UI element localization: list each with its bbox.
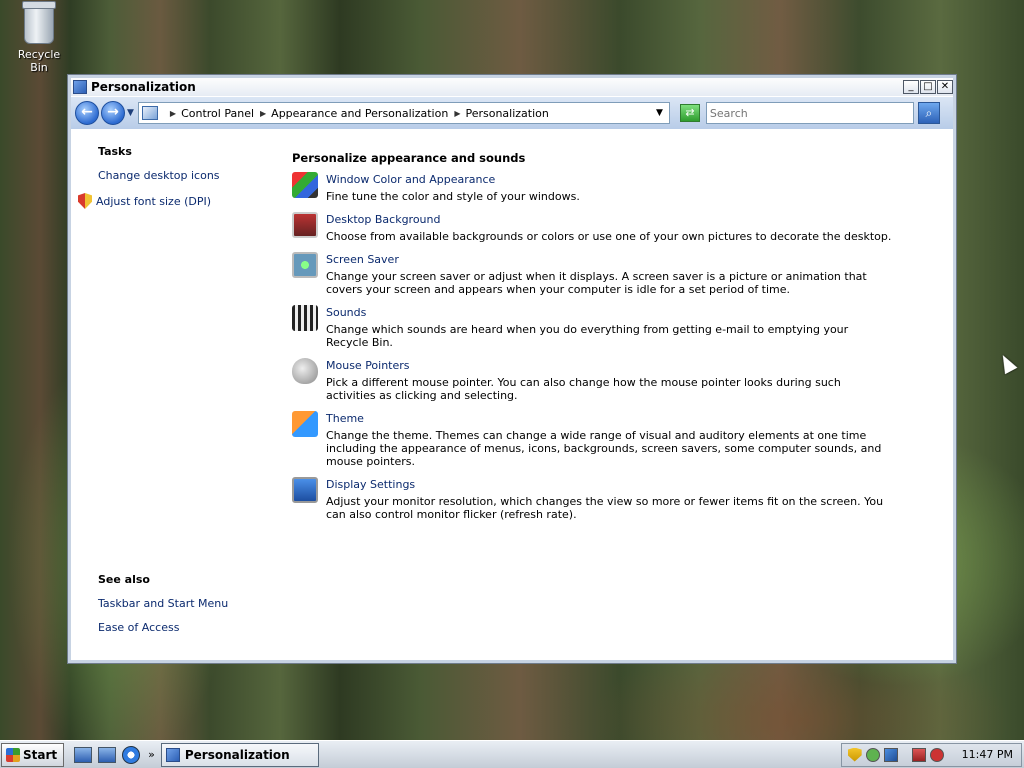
- quick-launch: »: [74, 745, 155, 764]
- taskbar-item-label: Personalization: [184, 747, 290, 762]
- page-title: Personalize appearance and sounds: [292, 151, 526, 165]
- control-panel-icon: [165, 747, 180, 762]
- theme-link[interactable]: Theme: [326, 412, 892, 425]
- desktop-background-link[interactable]: Desktop Background: [326, 213, 892, 226]
- show-desktop-icon[interactable]: [74, 746, 93, 763]
- title-bar[interactable]: Personalization _ □ ✕: [71, 78, 953, 96]
- search-input[interactable]: [705, 102, 914, 124]
- see-also-taskbar-start-menu[interactable]: Taskbar and Start Menu: [76, 597, 276, 610]
- search-button[interactable]: ⌕: [917, 102, 940, 124]
- window-color-link[interactable]: Window Color and Appearance: [326, 173, 892, 186]
- task-change-desktop-icons[interactable]: Change desktop icons: [76, 169, 276, 182]
- recycle-bin-icon: [22, 1, 56, 44]
- system-tray: 11:47 PM: [840, 742, 1022, 767]
- item-description: Choose from available backgrounds or col…: [326, 230, 892, 243]
- close-button[interactable]: ✕: [937, 80, 953, 94]
- mouse-pointer-icon[interactable]: [292, 358, 318, 384]
- list-item: Mouse Pointers Pick a different mouse po…: [292, 358, 892, 402]
- see-also-link[interactable]: Taskbar and Start Menu: [98, 597, 228, 610]
- network-icon[interactable]: [883, 747, 898, 762]
- windows-logo-icon: [6, 747, 20, 762]
- breadcrumb-separator-icon[interactable]: ▶: [260, 109, 266, 118]
- main-content: Personalize appearance and sounds Window…: [292, 151, 892, 531]
- navigation-bar: ← → ▼ ▶ Control Panel ▶ Appearance and P…: [71, 97, 953, 129]
- window-color-icon[interactable]: [292, 172, 318, 198]
- taskbar: Start » Personalization 11:47 PM: [0, 740, 1024, 768]
- clock[interactable]: 11:47 PM: [962, 748, 1013, 761]
- search-icon: ⌕: [925, 106, 933, 120]
- list-item: Display Settings Adjust your monitor res…: [292, 477, 892, 521]
- check-status-icon[interactable]: [865, 747, 880, 762]
- taskbar-item-personalization[interactable]: Personalization: [160, 742, 319, 767]
- display-settings-link[interactable]: Display Settings: [326, 478, 892, 491]
- breadcrumb-control-panel[interactable]: Control Panel: [181, 107, 254, 120]
- mouse-pointers-link[interactable]: Mouse Pointers: [326, 359, 892, 372]
- list-item: Theme Change the theme. Themes can chang…: [292, 411, 892, 468]
- address-dropdown-icon[interactable]: ▼: [656, 108, 663, 118]
- list-item: Screen Saver Change your screen saver or…: [292, 252, 892, 296]
- list-item: Window Color and Appearance Fine tune th…: [292, 172, 892, 203]
- see-also-ease-of-access[interactable]: Ease of Access: [76, 621, 276, 634]
- item-description: Fine tune the color and style of your wi…: [326, 190, 580, 203]
- network-disconnected-icon[interactable]: [911, 747, 926, 762]
- mouse-cursor-icon: [996, 351, 1018, 375]
- see-also-link[interactable]: Ease of Access: [98, 621, 179, 634]
- see-also-pane: See also Taskbar and Start Menu Ease of …: [76, 573, 276, 634]
- recycle-bin-label: Recycle Bin: [17, 48, 61, 74]
- screen-saver-icon[interactable]: [292, 252, 318, 278]
- item-description: Change your screen saver or adjust when …: [326, 270, 867, 296]
- tasks-pane: Tasks Change desktop icons Adjust font s…: [76, 145, 276, 209]
- uac-shield-icon: [78, 193, 92, 209]
- task-link[interactable]: Change desktop icons: [98, 169, 220, 182]
- breadcrumb-appearance-and-personalization[interactable]: Appearance and Personalization: [271, 107, 448, 120]
- sounds-link[interactable]: Sounds: [326, 306, 892, 319]
- breadcrumb-personalization[interactable]: Personalization: [465, 107, 548, 120]
- item-description: Change which sounds are heard when you d…: [326, 323, 849, 349]
- personalization-window: Personalization _ □ ✕ ← → ▼ ▶ Control Pa…: [67, 74, 957, 664]
- quick-launch-more-icon[interactable]: »: [148, 748, 155, 761]
- breadcrumb-separator-icon[interactable]: ▶: [454, 109, 460, 118]
- theme-icon[interactable]: [292, 411, 318, 437]
- breadcrumb-separator-icon[interactable]: ▶: [170, 109, 176, 118]
- screen-saver-link[interactable]: Screen Saver: [326, 253, 892, 266]
- task-adjust-font-size[interactable]: Adjust font size (DPI): [76, 193, 276, 209]
- refresh-button[interactable]: ⇄: [679, 104, 700, 122]
- control-panel-icon: [73, 80, 87, 94]
- recent-pages-dropdown-icon[interactable]: ▼: [127, 108, 134, 118]
- volume-muted-icon[interactable]: [929, 747, 944, 762]
- forward-button[interactable]: →: [101, 101, 125, 125]
- display-settings-icon[interactable]: [292, 477, 318, 503]
- see-also-heading: See also: [98, 573, 150, 586]
- address-bar[interactable]: ▶ Control Panel ▶ Appearance and Persona…: [137, 102, 670, 124]
- item-description: Change the theme. Themes can change a wi…: [326, 429, 882, 468]
- list-item: Sounds Change which sounds are heard whe…: [292, 305, 892, 349]
- control-panel-address-icon: [141, 106, 158, 120]
- list-item: Desktop Background Choose from available…: [292, 212, 892, 243]
- item-description: Adjust your monitor resolution, which ch…: [326, 495, 884, 521]
- item-description: Pick a different mouse pointer. You can …: [326, 376, 841, 402]
- window-title: Personalization: [91, 80, 196, 94]
- back-button[interactable]: ←: [75, 101, 99, 125]
- minimize-button[interactable]: _: [903, 80, 919, 94]
- switch-windows-icon[interactable]: [98, 746, 117, 763]
- security-shield-icon[interactable]: [847, 747, 862, 762]
- tasks-heading: Tasks: [98, 145, 132, 158]
- internet-explorer-icon[interactable]: [122, 745, 141, 764]
- start-label: Start: [23, 747, 58, 762]
- desktop-background-icon[interactable]: [292, 212, 318, 238]
- maximize-button[interactable]: □: [920, 80, 936, 94]
- recycle-bin[interactable]: Recycle Bin: [8, 1, 70, 74]
- start-button[interactable]: Start: [1, 742, 65, 767]
- sounds-icon[interactable]: [292, 305, 318, 331]
- task-link[interactable]: Adjust font size (DPI): [96, 195, 211, 208]
